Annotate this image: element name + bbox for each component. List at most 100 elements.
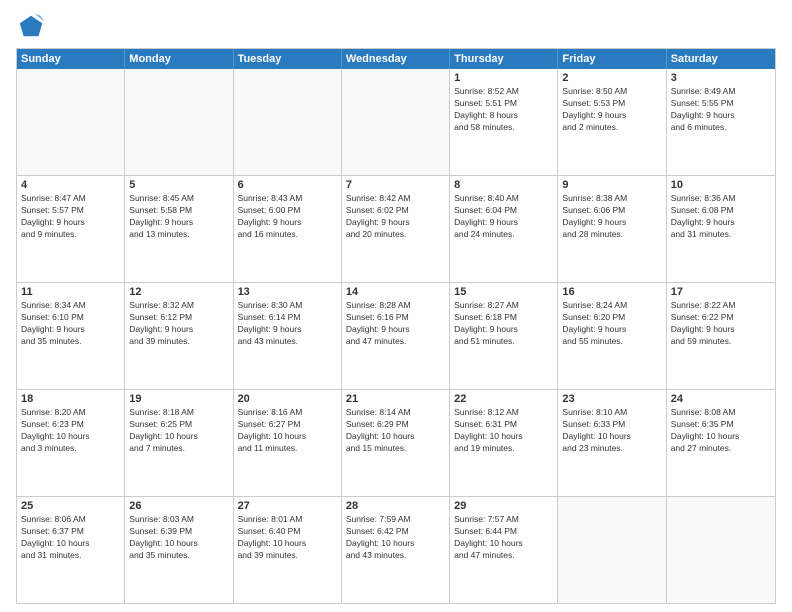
day-cell-26: 26Sunrise: 8:03 AM Sunset: 6:39 PM Dayli… — [125, 497, 233, 603]
day-number: 10 — [671, 179, 771, 191]
day-info: Sunrise: 8:24 AM Sunset: 6:20 PM Dayligh… — [562, 300, 661, 348]
day-cell-11: 11 Sunrise: 8:34 AM Sunset: 6:10 PM Dayli… — [17, 283, 125, 389]
day-number: 16 — [562, 286, 661, 298]
day-number: 25 — [21, 500, 120, 512]
day-cell-6: 6 Sunrise: 8:43 AM Sunset: 6:00 PM Daylig… — [234, 176, 342, 282]
logo — [16, 16, 46, 40]
calendar-week-5: 25 Sunrise: 8:06 AM Sunset: 6:37 PM Dayli… — [17, 496, 775, 603]
day-number: 1 — [454, 72, 553, 84]
day-number: 19 — [129, 393, 228, 405]
day-info: Sunrise: 8:10 AM Sunset: 6:33 PM Dayligh… — [562, 407, 661, 455]
day-info: Sunrise: 8:38 AM Sunset: 6:06 PM Dayligh… — [562, 193, 661, 241]
calendar-week-1: 1 Sunrise: 8:52 AM Sunset: 5:51 PM Daylig… — [17, 69, 775, 175]
day-info: Sunrise: 8:42 AM Sunset: 6:02 PM Dayligh… — [346, 193, 445, 241]
day-number: 14 — [346, 286, 445, 298]
day-cell-17: 17 Sunrise: 8:22 AM Sunset: 6:22 PM Dayli… — [667, 283, 775, 389]
day-cell-10: 10 Sunrise: 8:36 AM Sunset: 6:08 PM Dayli… — [667, 176, 775, 282]
header-cell-thursday: Thursday — [450, 49, 558, 69]
header-cell-monday: Monday — [125, 49, 233, 69]
day-number: 9 — [562, 179, 661, 191]
day-cell-16: 16 Sunrise: 8:24 AM Sunset: 6:20 PM Dayli… — [558, 283, 666, 389]
calendar: SundayMondayTuesdayWednesdayThursdayFrid… — [16, 48, 776, 604]
day-number: 15 — [454, 286, 553, 298]
day-cell-13: 13 Sunrise: 8:30 AM Sunset: 6:14 PM Dayli… — [234, 283, 342, 389]
day-number: 20 — [238, 393, 337, 405]
day-info: Sunrise: 8:01 AM Sunset: 6:40 PM Dayligh… — [238, 514, 337, 562]
day-info: Sunrise: 8:47 AM Sunset: 5:57 PM Dayligh… — [21, 193, 120, 241]
day-cell-23: 23 Sunrise: 8:10 AM Sunset: 6:33 PM Dayli… — [558, 390, 666, 496]
day-cell-9: 9 Sunrise: 8:38 AM Sunset: 6:06 PM Daylig… — [558, 176, 666, 282]
day-cell-12: 12Sunrise: 8:32 AM Sunset: 6:12 PM Dayli… — [125, 283, 233, 389]
day-info: Sunrise: 8:45 AM Sunset: 5:58 PM Dayligh… — [129, 193, 228, 241]
day-info: Sunrise: 8:08 AM Sunset: 6:35 PM Dayligh… — [671, 407, 771, 455]
day-cell-15: 15 Sunrise: 8:27 AM Sunset: 6:18 PM Dayli… — [450, 283, 558, 389]
day-info: Sunrise: 8:43 AM Sunset: 6:00 PM Dayligh… — [238, 193, 337, 241]
day-cell-2: 2 Sunrise: 8:50 AM Sunset: 5:53 PM Daylig… — [558, 69, 666, 175]
empty-cell — [234, 69, 342, 175]
day-info: Sunrise: 8:18 AM Sunset: 6:25 PM Dayligh… — [129, 407, 228, 455]
header-cell-friday: Friday — [558, 49, 666, 69]
day-number: 27 — [238, 500, 337, 512]
empty-cell — [558, 497, 666, 603]
empty-cell — [667, 497, 775, 603]
day-number: 17 — [671, 286, 771, 298]
day-info: Sunrise: 8:06 AM Sunset: 6:37 PM Dayligh… — [21, 514, 120, 562]
day-cell-18: 18Sunrise: 8:20 AM Sunset: 6:23 PM Dayli… — [17, 390, 125, 496]
day-cell-22: 22 Sunrise: 8:12 AM Sunset: 6:31 PM Dayli… — [450, 390, 558, 496]
day-number: 21 — [346, 393, 445, 405]
day-cell-29: 29Sunrise: 7:57 AM Sunset: 6:44 PM Dayli… — [450, 497, 558, 603]
day-cell-19: 19 Sunrise: 8:18 AM Sunset: 6:25 PM Dayli… — [125, 390, 233, 496]
day-cell-14: 14 Sunrise: 8:28 AM Sunset: 6:16 PM Dayli… — [342, 283, 450, 389]
day-number: 23 — [562, 393, 661, 405]
day-info: Sunrise: 8:49 AM Sunset: 5:55 PM Dayligh… — [671, 86, 771, 134]
day-number: 5 — [129, 179, 228, 191]
day-info: Sunrise: 8:28 AM Sunset: 6:16 PM Dayligh… — [346, 300, 445, 348]
day-info: Sunrise: 8:12 AM Sunset: 6:31 PM Dayligh… — [454, 407, 553, 455]
day-cell-21: 21 Sunrise: 8:14 AM Sunset: 6:29 PM Dayli… — [342, 390, 450, 496]
calendar-header: SundayMondayTuesdayWednesdayThursdayFrid… — [17, 49, 775, 69]
day-number: 12 — [129, 286, 228, 298]
day-info: Sunrise: 8:03 AM Sunset: 6:39 PM Dayligh… — [129, 514, 228, 562]
day-info: Sunrise: 7:59 AM Sunset: 6:42 PM Dayligh… — [346, 514, 445, 562]
day-cell-28: 28 Sunrise: 7:59 AM Sunset: 6:42 PM Dayli… — [342, 497, 450, 603]
day-number: 13 — [238, 286, 337, 298]
page-header — [16, 12, 776, 40]
day-cell-25: 25 Sunrise: 8:06 AM Sunset: 6:37 PM Dayli… — [17, 497, 125, 603]
day-cell-3: 3 Sunrise: 8:49 AM Sunset: 5:55 PM Daylig… — [667, 69, 775, 175]
day-info: Sunrise: 8:36 AM Sunset: 6:08 PM Dayligh… — [671, 193, 771, 241]
header-cell-saturday: Saturday — [667, 49, 775, 69]
day-info: Sunrise: 8:16 AM Sunset: 6:27 PM Dayligh… — [238, 407, 337, 455]
day-info: Sunrise: 8:27 AM Sunset: 6:18 PM Dayligh… — [454, 300, 553, 348]
logo-icon — [18, 12, 46, 40]
day-number: 7 — [346, 179, 445, 191]
day-number: 8 — [454, 179, 553, 191]
day-number: 2 — [562, 72, 661, 84]
calendar-week-4: 18Sunrise: 8:20 AM Sunset: 6:23 PM Dayli… — [17, 389, 775, 496]
day-info: Sunrise: 8:22 AM Sunset: 6:22 PM Dayligh… — [671, 300, 771, 348]
day-cell-20: 20 Sunrise: 8:16 AM Sunset: 6:27 PM Dayli… — [234, 390, 342, 496]
day-info: Sunrise: 7:57 AM Sunset: 6:44 PM Dayligh… — [454, 514, 553, 562]
day-info: Sunrise: 8:34 AM Sunset: 6:10 PM Dayligh… — [21, 300, 120, 348]
empty-cell — [17, 69, 125, 175]
day-number: 3 — [671, 72, 771, 84]
day-info: Sunrise: 8:14 AM Sunset: 6:29 PM Dayligh… — [346, 407, 445, 455]
day-cell-1: 1 Sunrise: 8:52 AM Sunset: 5:51 PM Daylig… — [450, 69, 558, 175]
day-cell-24: 24 Sunrise: 8:08 AM Sunset: 6:35 PM Dayli… — [667, 390, 775, 496]
day-cell-27: 27 Sunrise: 8:01 AM Sunset: 6:40 PM Dayli… — [234, 497, 342, 603]
day-info: Sunrise: 8:52 AM Sunset: 5:51 PM Dayligh… — [454, 86, 553, 134]
day-number: 28 — [346, 500, 445, 512]
day-number: 22 — [454, 393, 553, 405]
header-cell-tuesday: Tuesday — [234, 49, 342, 69]
empty-cell — [125, 69, 233, 175]
day-number: 4 — [21, 179, 120, 191]
day-info: Sunrise: 8:50 AM Sunset: 5:53 PM Dayligh… — [562, 86, 661, 134]
calendar-body: 1 Sunrise: 8:52 AM Sunset: 5:51 PM Daylig… — [17, 69, 775, 603]
calendar-page: SundayMondayTuesdayWednesdayThursdayFrid… — [0, 0, 792, 612]
empty-cell — [342, 69, 450, 175]
day-cell-5: 5 Sunrise: 8:45 AM Sunset: 5:58 PM Daylig… — [125, 176, 233, 282]
day-cell-8: 8Sunrise: 8:40 AM Sunset: 6:04 PM Daylig… — [450, 176, 558, 282]
day-info: Sunrise: 8:30 AM Sunset: 6:14 PM Dayligh… — [238, 300, 337, 348]
day-number: 11 — [21, 286, 120, 298]
day-number: 6 — [238, 179, 337, 191]
day-number: 24 — [671, 393, 771, 405]
